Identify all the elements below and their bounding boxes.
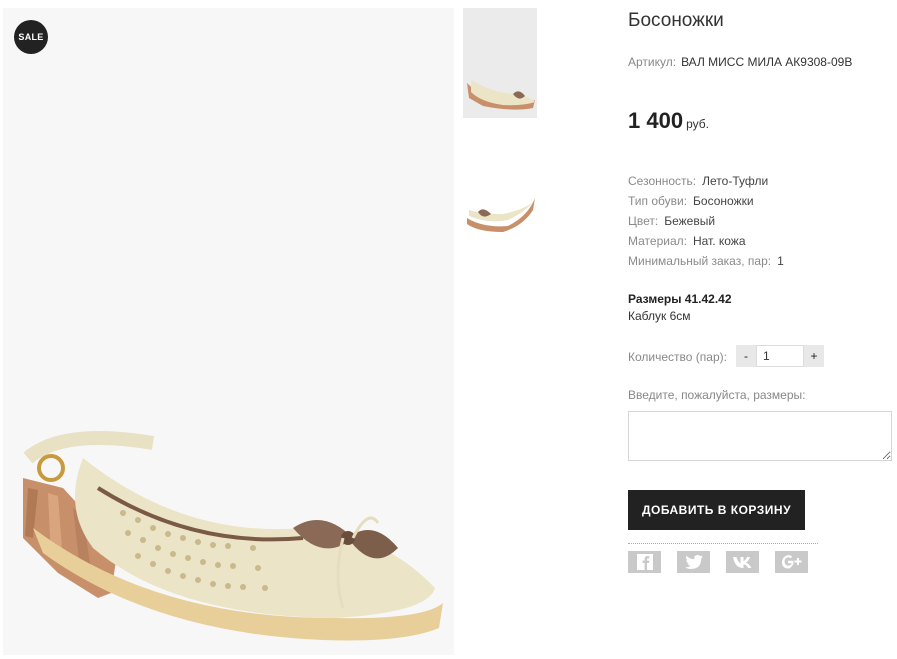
facebook-glyph bbox=[636, 554, 653, 570]
property-label: Сезонность: bbox=[628, 174, 697, 188]
property-row: Минимальный заказ, пар: 1 bbox=[628, 254, 784, 274]
quantity-label: Количество (пар): bbox=[628, 350, 727, 364]
facebook-icon[interactable] bbox=[628, 551, 661, 573]
sku-value: ВАЛ МИСС МИЛА АК9308-09В bbox=[681, 55, 853, 69]
add-to-cart-button[interactable]: ДОБАВИТЬ В КОРЗИНУ bbox=[628, 490, 805, 530]
property-value: Бежевый bbox=[664, 214, 716, 228]
property-value: Лето-Туфли bbox=[702, 174, 769, 188]
heel-line: Каблук 6см bbox=[628, 309, 691, 323]
property-row: Цвет: Бежевый bbox=[628, 214, 784, 234]
property-row: Материал: Нат. кожа bbox=[628, 234, 784, 254]
vk-glyph bbox=[732, 557, 751, 568]
quantity-stepper: - + bbox=[736, 345, 824, 367]
vk-icon[interactable] bbox=[726, 551, 759, 573]
social-share bbox=[628, 551, 808, 573]
property-label: Минимальный заказ, пар: bbox=[628, 254, 772, 268]
twitter-glyph bbox=[684, 555, 703, 569]
property-row: Тип обуви: Босоножки bbox=[628, 194, 784, 214]
price: 1 400 руб. bbox=[628, 108, 709, 134]
google-plus-icon[interactable] bbox=[775, 551, 808, 573]
quantity-increase-button[interactable]: + bbox=[804, 345, 824, 367]
product-title: Босоножки bbox=[628, 10, 724, 31]
property-value: Нат. кожа bbox=[692, 234, 746, 248]
property-label: Материал: bbox=[628, 234, 687, 248]
property-label: Тип обуви: bbox=[628, 194, 688, 208]
property-row: Сезонность: Лето-Туфли bbox=[628, 174, 784, 194]
property-value: 1 bbox=[777, 254, 784, 268]
sandal-image bbox=[23, 431, 443, 641]
twitter-icon[interactable] bbox=[677, 551, 710, 573]
sku-row: Артикул: ВАЛ МИСС МИЛА АК9308-09В bbox=[628, 55, 852, 69]
main-product-image[interactable]: SALE bbox=[3, 8, 454, 655]
divider bbox=[628, 543, 818, 544]
thumbnail-sandal-image bbox=[467, 198, 535, 232]
sizes-textarea[interactable] bbox=[628, 411, 892, 461]
quantity-input[interactable] bbox=[756, 345, 804, 367]
property-value: Босоножки bbox=[693, 194, 754, 208]
quantity-decrease-button[interactable]: - bbox=[736, 345, 756, 367]
thumbnail-sandal-image bbox=[467, 80, 535, 110]
sale-badge: SALE bbox=[14, 20, 48, 54]
price-value: 1 400 bbox=[628, 108, 684, 133]
google-plus-glyph bbox=[781, 555, 801, 569]
sizes-input-label: Введите, пожалуйста, размеры: bbox=[628, 388, 806, 402]
sizes-line: Размеры 41.42.42 bbox=[628, 292, 732, 306]
sku-label: Артикул: bbox=[628, 55, 677, 69]
thumbnail-1[interactable] bbox=[463, 8, 537, 118]
thumbnail-2[interactable] bbox=[463, 158, 537, 268]
property-label: Цвет: bbox=[628, 214, 659, 228]
sizes-info: Размеры 41.42.42 Каблук 6см bbox=[628, 291, 732, 325]
price-currency: руб. bbox=[686, 117, 709, 131]
properties-list: Сезонность: Лето-Туфли Тип обуви: Босоножк… bbox=[628, 174, 784, 274]
